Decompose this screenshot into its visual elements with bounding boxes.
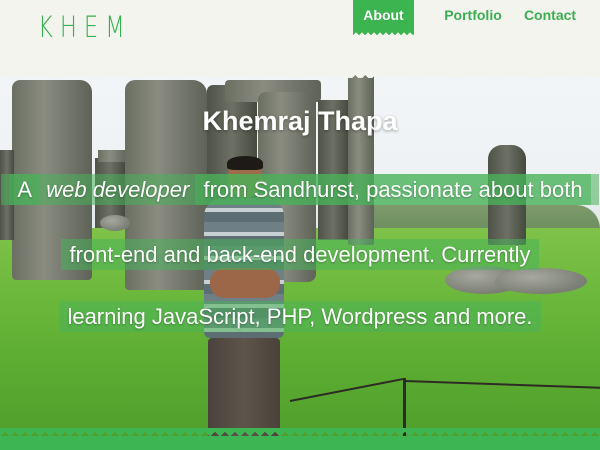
nav-about[interactable]: About — [353, 0, 414, 35]
tagline-line1-rest: from Sandhurst, passionate about both — [195, 174, 591, 205]
tagline-line-3: learning JavaScript, PHP, Wordpress and … — [0, 300, 600, 334]
hero-name: Khemraj Thapa — [202, 106, 398, 136]
header-zigzag-edge — [0, 72, 600, 78]
footer-zigzag-edge — [0, 428, 600, 436]
site-logo[interactable]: KHEM — [38, 10, 132, 44]
nav-contact[interactable]: Contact — [512, 0, 588, 30]
site-header: KHEM About Portfolio Contact — [0, 0, 600, 72]
nav-portfolio[interactable]: Portfolio — [429, 0, 517, 30]
tagline-emphasis: web developer — [46, 177, 190, 202]
tagline-line-2: front-end and back-end development. Curr… — [0, 238, 600, 272]
bottom-band — [0, 436, 600, 450]
tagline-prefix: A — [9, 174, 41, 205]
tagline-line-1: A web developer from Sandhurst, passiona… — [0, 173, 600, 207]
